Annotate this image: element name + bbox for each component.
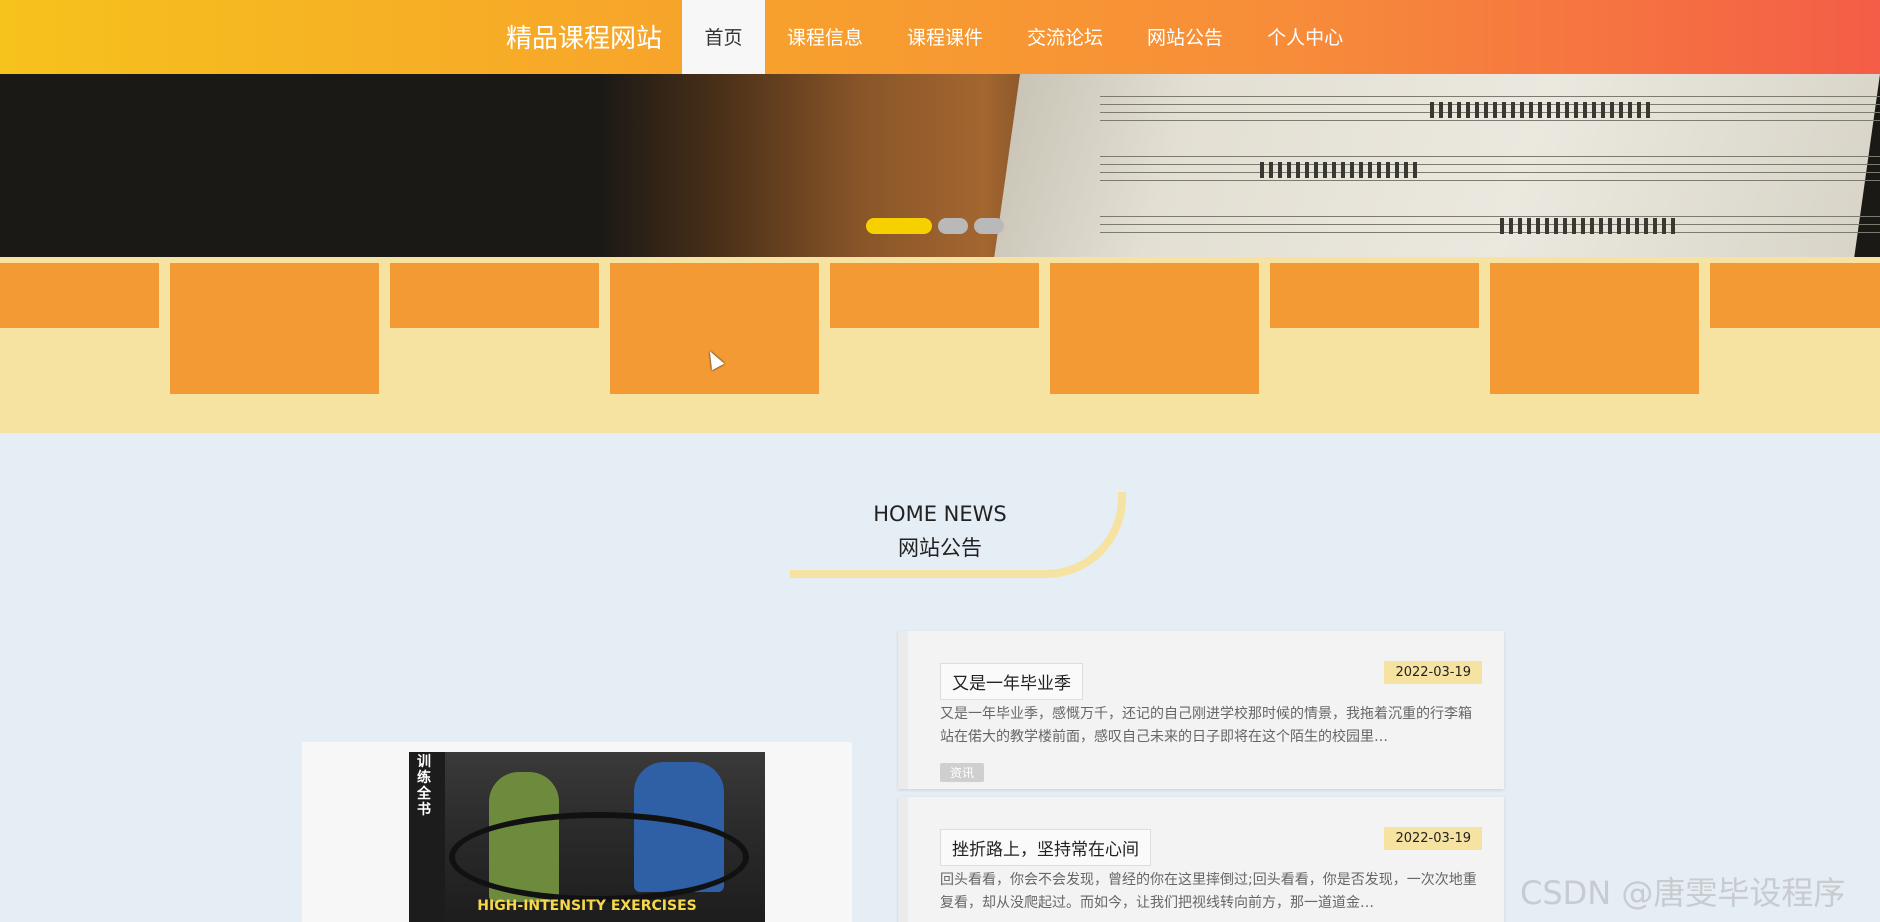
- heading-chinese: 网站公告: [898, 536, 982, 560]
- music-notes: [1260, 162, 1420, 178]
- news-date-badge: 2022-03-19: [1384, 827, 1482, 850]
- news-excerpt: 回头看看，你会不会发现，曾经的你在这里摔倒过;回头看看，你是否发现，一次次地重复…: [940, 872, 1477, 911]
- category-tiles-band: [0, 257, 1880, 433]
- category-tile[interactable]: [0, 263, 159, 328]
- music-notes: [1500, 218, 1680, 234]
- news-card[interactable]: 又是一年毕业季 2022-03-19 又是一年毕业季，感慨万千，还记的自己刚进学…: [898, 631, 1504, 789]
- staff-line: [1100, 180, 1880, 181]
- category-tile[interactable]: [1710, 263, 1880, 328]
- featured-poster-image: 训练全书 HIGH-INTENSITY EXERCISES: [409, 752, 765, 922]
- category-tile[interactable]: [830, 263, 1039, 328]
- news-excerpt: 又是一年毕业季，感慨万千，还记的自己刚进学校那时候的情景，我拖着沉重的行李箱站在…: [940, 706, 1472, 745]
- carousel-dot-3[interactable]: [974, 218, 1004, 234]
- staff-line: [1100, 224, 1880, 225]
- nav-forum[interactable]: 交流论坛: [1005, 0, 1125, 74]
- category-tile[interactable]: [1270, 263, 1479, 328]
- carousel-dot-1[interactable]: [866, 218, 932, 234]
- staff-line: [1100, 172, 1880, 173]
- news-tag: 资讯: [940, 763, 985, 782]
- staff-line: [1100, 120, 1880, 121]
- news-date-badge: 2022-03-19: [1384, 661, 1482, 684]
- category-tile[interactable]: [390, 263, 599, 328]
- poster-caption: HIGH-INTENSITY EXERCISES: [477, 898, 697, 914]
- top-header: 精品课程网站 首页 课程信息 课程课件 交流论坛 网站公告 个人中心: [0, 0, 1880, 74]
- site-title[interactable]: 精品课程网站: [506, 18, 662, 55]
- carousel-indicators: [866, 218, 1004, 234]
- nav-announcements[interactable]: 网站公告: [1125, 0, 1245, 74]
- watermark: CSDN @唐雯毕设程序: [1520, 874, 1846, 912]
- poster-spine-text: 训练全书: [417, 754, 431, 818]
- staff-line: [1100, 216, 1880, 217]
- category-tile[interactable]: [1490, 263, 1699, 394]
- poster-spine: 训练全书: [409, 752, 445, 922]
- staff-line: [1100, 232, 1880, 233]
- nav-course-info[interactable]: 课程信息: [765, 0, 885, 74]
- staff-line: [1100, 164, 1880, 165]
- news-card[interactable]: 挫折路上，坚持常在心间 2022-03-19 回头看看，你会不会发现，曾经的你在…: [898, 797, 1504, 922]
- carousel-dot-2[interactable]: [938, 218, 968, 234]
- nav-home[interactable]: 首页: [682, 0, 765, 74]
- music-notes: [1430, 102, 1650, 118]
- poster-rope: [449, 812, 749, 902]
- category-tile[interactable]: [1050, 263, 1259, 394]
- section-heading: HOME NEWS 网站公告: [790, 492, 1126, 578]
- category-tile[interactable]: [610, 263, 819, 394]
- heading-english: HOME NEWS: [873, 502, 1007, 526]
- staff-line: [1100, 96, 1880, 97]
- category-tile[interactable]: [170, 263, 379, 394]
- nav-courseware[interactable]: 课程课件: [885, 0, 1005, 74]
- main-nav: 首页 课程信息 课程课件 交流论坛 网站公告 个人中心: [682, 0, 1365, 74]
- staff-line: [1100, 156, 1880, 157]
- nav-profile[interactable]: 个人中心: [1245, 0, 1365, 74]
- news-title[interactable]: 又是一年毕业季: [940, 663, 1083, 700]
- news-title[interactable]: 挫折路上，坚持常在心间: [940, 829, 1151, 866]
- featured-image-card[interactable]: 训练全书 HIGH-INTENSITY EXERCISES: [302, 742, 852, 922]
